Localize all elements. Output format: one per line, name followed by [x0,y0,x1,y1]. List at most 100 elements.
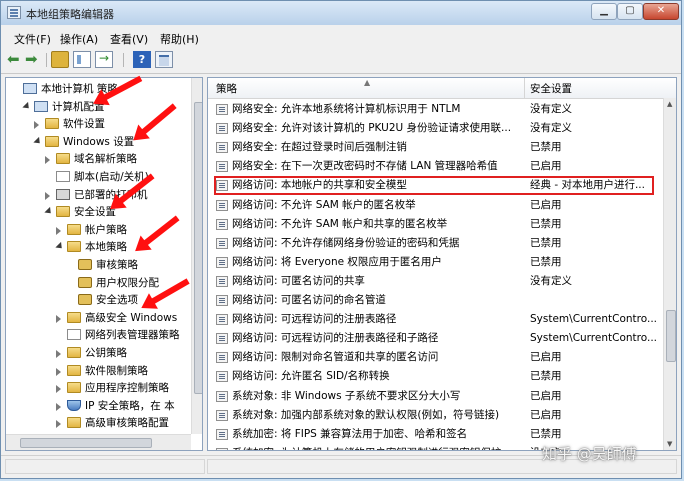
tree-horizontal-scrollbar[interactable] [6,434,191,450]
tree-item[interactable]: IP 安全策略，在 本 [6,397,191,415]
column-header-setting[interactable]: 安全设置 [530,81,572,96]
tree-item[interactable]: 网络列表管理器策略 [6,326,191,344]
tree-hscroll-thumb[interactable] [20,438,152,448]
tree-item[interactable]: 软件限制策略 [6,362,191,380]
tree-item[interactable]: 高级审核策略配置 [6,414,191,432]
security-setting-value: 已禁用 [530,236,562,249]
expand-arrow-icon[interactable] [56,402,61,411]
tree-item[interactable]: 脚本(启动/关机) [6,168,191,186]
expand-arrow-icon[interactable] [34,121,39,130]
menu-view[interactable]: 查看(V) [110,31,148,47]
gpedit-app-icon [7,6,21,19]
show-tree-icon[interactable] [73,51,91,68]
security-setting-value: 已禁用 [530,217,562,230]
policy-row[interactable]: 网络访问: 不允许 SAM 帐户的匿名枚举 已启用 [208,196,663,215]
tree-vertical-scrollbar[interactable] [191,78,202,434]
maximize-button[interactable]: ▢ [617,3,643,20]
tree-item[interactable]: 公钥策略 [6,344,191,362]
tree-item-label: 高级审核策略配置 [85,417,169,430]
tree-item[interactable]: 安全设置 [6,203,191,221]
collapse-arrow-icon[interactable] [44,207,54,217]
title-bar[interactable]: 本地组策略编辑器 ▁ ▢ ✕ [1,1,681,25]
column-header-policy[interactable]: 策略 [216,81,237,96]
list-vertical-scrollbar[interactable]: ▲ ▼ [663,98,676,450]
policy-icon [216,390,228,402]
security-setting-value: System\CurrentContro... [530,313,657,326]
policy-row[interactable]: 网络访问: 允许匿名 SID/名称转换 已禁用 [208,367,663,386]
policy-name: 系统对象: 非 Windows 子系统不要求区分大小写 [232,389,461,402]
close-button[interactable]: ✕ [643,3,679,20]
collapse-arrow-icon[interactable] [55,242,65,252]
expand-arrow-icon[interactable] [56,385,61,394]
expand-arrow-icon[interactable] [45,191,50,200]
scroll-up-icon[interactable]: ▲ [667,100,672,108]
tree-item[interactable]: 用户权限分配 [6,274,191,292]
menu-file[interactable]: 文件(F) [14,31,51,47]
policy-name: 网络访问: 不允许存储网络身份验证的密码和凭据 [232,236,460,249]
minimize-button[interactable]: ▁ [591,3,617,20]
tree-item[interactable]: 本地策略 [6,238,191,256]
expand-arrow-icon[interactable] [56,420,61,429]
folder-icon [67,311,81,323]
expand-arrow-icon[interactable] [45,156,50,165]
sort-ascending-icon: ▲ [364,78,371,87]
policy-row[interactable]: 网络访问: 限制对命名管道和共享的匿名访问 已启用 [208,348,663,367]
collapse-arrow-icon[interactable] [22,101,32,111]
tree-item-label: Windows 设置 [63,135,135,148]
tree-item[interactable]: Windows 设置 [6,133,191,151]
policy-icon [216,275,228,287]
policy-row[interactable]: 网络安全: 在超过登录时间后强制注销 已禁用 [208,138,663,157]
policy-row[interactable]: 网络访问: 不允许 SAM 帐户和共享的匿名枚举 已禁用 [208,215,663,234]
policy-name: 网络访问: 可匿名访问的命名管道 [232,294,386,306]
policy-row[interactable]: 网络安全: 在下一次更改密码时不存储 LAN 管理器哈希值 已启用 [208,157,663,176]
folder-icon [67,347,81,358]
expand-arrow-icon[interactable] [56,226,61,235]
tree-item[interactable]: 域名解析策略 [6,150,191,168]
security-setting-value: 已启用 [530,389,562,402]
column-divider[interactable] [524,78,525,98]
policy-row[interactable]: 网络访问: 可远程访问的注册表路径和子路径 System\CurrentContr… [208,329,663,348]
security-setting-value: 已启用 [530,351,562,364]
help-icon[interactable]: ? [133,51,151,68]
policy-row[interactable]: 网络访问: 将 Everyone 权限应用于匿名用户 已禁用 [208,253,663,272]
policy-name: 网络访问: 允许匿名 SID/名称转换 [232,370,390,383]
policy-row[interactable]: 系统加密: 将 FIPS 兼容算法用于加密、哈希和签名 已禁用 [208,425,663,444]
lock-folder-icon [78,294,92,306]
forward-arrow-icon[interactable]: ➡ [25,51,43,68]
menu-help[interactable]: 帮助(H) [160,31,199,47]
list-scroll-thumb[interactable] [666,310,676,362]
tree-item-label: 帐户策略 [85,223,127,236]
tree-item[interactable]: 审核策略 [6,256,191,274]
tree-item-label: 域名解析策略 [74,153,137,166]
expand-arrow-icon[interactable] [56,314,61,323]
status-cell [5,459,205,474]
policy-row[interactable]: 网络安全: 允许本地系统将计算机标识用于 NTLM 没有定义 [208,100,663,119]
tree-scroll-thumb[interactable] [194,102,202,394]
tree-item-label: 审核策略 [96,259,138,271]
policy-row[interactable]: 网络访问: 可远程访问的注册表路径 System\CurrentContro... [208,310,663,329]
collapse-arrow-icon[interactable] [33,136,43,146]
up-folder-icon[interactable] [51,51,69,68]
back-arrow-icon[interactable]: ⬅ [7,51,25,68]
export-list-icon[interactable] [95,51,113,68]
expand-arrow-icon[interactable] [56,350,61,358]
menu-action[interactable]: 操作(A) [60,31,98,47]
policy-row[interactable]: 系统对象: 加强内部系统对象的默认权限(例如，符号链接) 已启用 [208,406,663,425]
console-tree[interactable]: 本地计算机 策略 计算机配置 软件设置 Windows 设置 域名解析策略 脚本(启动/关… [5,77,203,451]
tree-item[interactable]: 高级安全 Windows [6,309,191,327]
policy-row[interactable]: 网络访问: 不允许存储网络身份验证的密码和凭据 已禁用 [208,234,663,253]
policy-row[interactable]: 系统对象: 非 Windows 子系统不要求区分大小写 已启用 [208,387,663,406]
policy-icon [216,218,228,230]
policy-row[interactable]: 网络访问: 可匿名访问的命名管道 [208,291,663,310]
scroll-down-icon[interactable]: ▼ [667,440,672,448]
tree-item[interactable]: 已部署的打印机 [6,186,191,204]
policy-row[interactable]: 网络安全: 允许对该计算机的 PKU2U 身份验证请求使用联... 没有定义 [208,119,663,138]
policy-name: 网络访问: 将 Everyone 权限应用于匿名用户 [232,255,442,268]
security-setting-value: 已启用 [530,198,562,211]
expand-arrow-icon[interactable] [56,367,61,376]
policy-row[interactable]: 网络访问: 可匿名访问的共享 没有定义 [208,272,663,291]
folder-icon [56,153,70,165]
properties-icon[interactable] [155,51,173,68]
highlight-box [214,176,654,195]
tree-item[interactable]: 应用程序控制策略 [6,379,191,397]
